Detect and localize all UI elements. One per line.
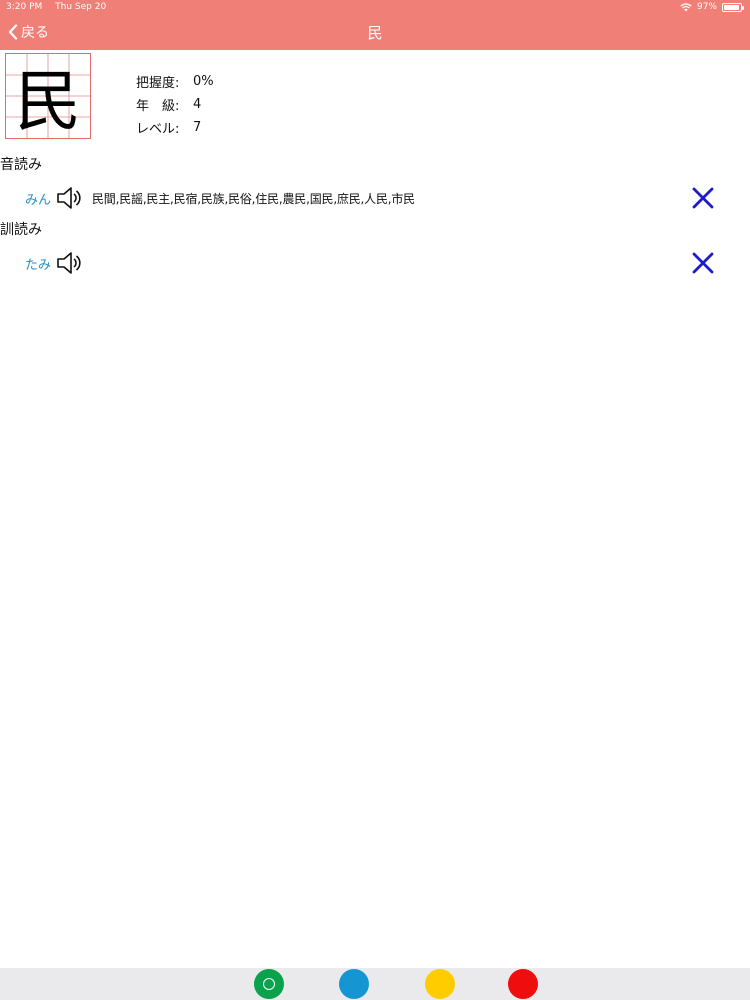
blue-mark-button[interactable] [339, 969, 369, 999]
mastery-value: 0% [193, 74, 214, 89]
close-icon[interactable] [690, 251, 716, 275]
on-reading-kana: みん [25, 193, 52, 208]
status-date: Thu Sep 20 [55, 2, 107, 12]
level-label: レベル: [136, 122, 180, 137]
bottom-toolbar [0, 968, 750, 1000]
red-mark-button[interactable] [508, 969, 538, 999]
kun-reading-kana: たみ [25, 258, 52, 273]
speaker-icon[interactable] [56, 185, 86, 211]
yellow-mark-button[interactable] [425, 969, 455, 999]
mastery-label: 把握度: [136, 76, 180, 91]
screen: 3:20 PM Thu Sep 20 97% 戻る 民 民 把握度: 0% 年 … [0, 0, 750, 1000]
close-icon[interactable] [690, 186, 716, 210]
wifi-icon [680, 2, 692, 11]
on-reading-row: みん 民間,民謡,民主,民宿,民族,民俗,住民,農民,国民,庶民,人民,市民 [0, 184, 750, 212]
level-value: 7 [193, 120, 202, 135]
on-reading-words: 民間,民謡,民主,民宿,民族,民俗,住民,農民,国民,庶民,人民,市民 [92, 192, 415, 206]
circle-icon [263, 978, 275, 990]
grade-label: 年 級: [136, 99, 180, 114]
page-title: 民 [367, 24, 383, 42]
kanji-info: 把握度: 0% 年 級: 4 レベル: 7 [136, 70, 214, 139]
battery-percent: 97% [696, 2, 717, 12]
green-mark-button[interactable] [254, 969, 284, 999]
kanji-display: 民 [5, 53, 91, 140]
status-bar: 3:20 PM Thu Sep 20 97% [0, 0, 750, 14]
status-time: 3:20 PM [6, 2, 43, 12]
battery-icon [722, 2, 744, 12]
kun-reading-heading: 訓読み [0, 222, 42, 238]
kun-reading-row: たみ [0, 249, 750, 277]
navigation-bar: 3:20 PM Thu Sep 20 97% 戻る 民 [0, 0, 750, 50]
grade-value: 4 [193, 97, 202, 112]
speaker-icon[interactable] [56, 250, 86, 276]
kanji-character: 民 [15, 63, 81, 140]
on-reading-heading: 音読み [0, 157, 42, 173]
